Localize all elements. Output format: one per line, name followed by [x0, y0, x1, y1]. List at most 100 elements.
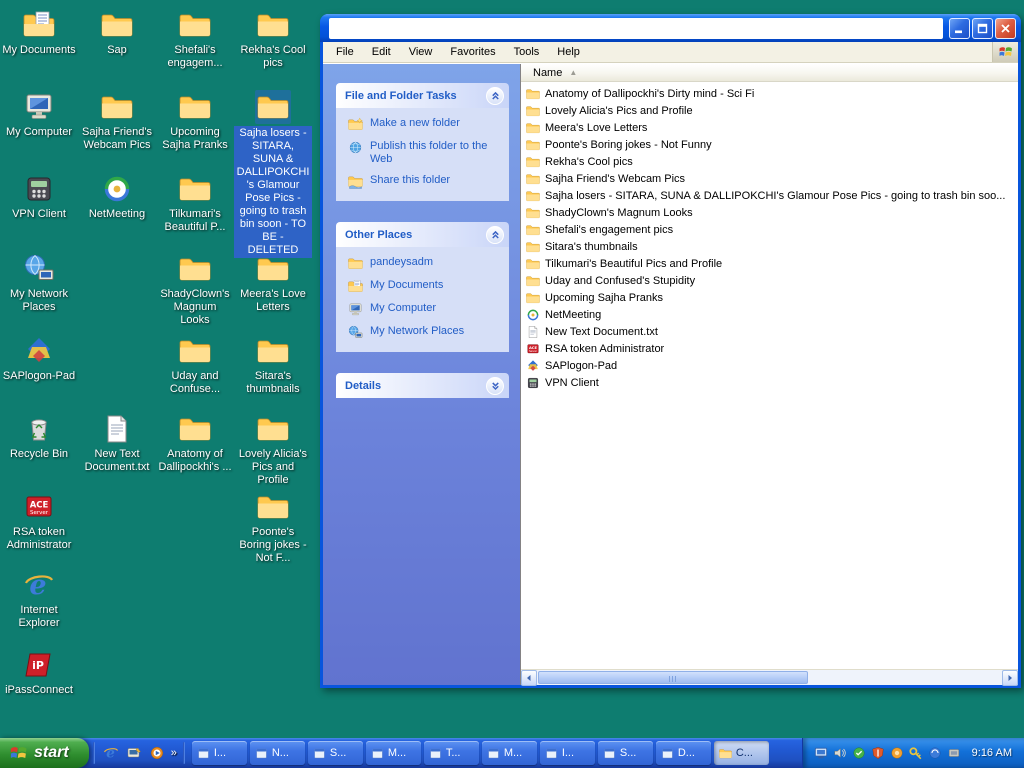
- task-link-my-computer[interactable]: My Computer: [348, 302, 501, 317]
- task-button-10-c[interactable]: C...: [714, 741, 769, 765]
- desktop-icon-sajha-losers-sitara-suna-dallipokchi-s-gla[interactable]: Sajha losers - SITARA, SUNA & DALLIPOKCH…: [234, 90, 312, 258]
- file-row-sitara-s-thumbnails[interactable]: Sitara's thumbnails: [521, 238, 1018, 255]
- section-header-other-places[interactable]: Other Places: [336, 222, 509, 247]
- file-row-poonte-s-boring-jokes-not-funny[interactable]: Poonte's Boring jokes - Not Funny: [521, 136, 1018, 153]
- task-link-make-a-new-folder[interactable]: Make a new folder: [348, 117, 501, 132]
- file-row-new-text-document-txt[interactable]: New Text Document.txt: [521, 323, 1018, 340]
- network-icon: [21, 252, 57, 286]
- desktop-icon-my-computer[interactable]: My Computer: [0, 90, 78, 139]
- chevron-down-icon[interactable]: [486, 377, 504, 395]
- task-button-3-s[interactable]: S...: [308, 741, 363, 765]
- desktop-icon-shadyclown-s-magnum-looks[interactable]: ShadyClown's Magnum Looks: [156, 252, 234, 327]
- scroll-right-button[interactable]: [1002, 670, 1018, 686]
- tray-removable-device-icon[interactable]: [946, 745, 962, 761]
- desktop-icon-saplogon-pad[interactable]: SAPlogon-Pad: [0, 334, 78, 383]
- task-link-pandeysadm[interactable]: pandeysadm: [348, 256, 501, 271]
- task-button-6-m[interactable]: M...: [482, 741, 537, 765]
- scroll-left-button[interactable]: [521, 670, 537, 686]
- quick-launch-show-desktop[interactable]: [124, 743, 144, 763]
- section-header-details[interactable]: Details: [336, 373, 509, 398]
- desktop-icon-tilkumari-s-beautiful-p[interactable]: Tilkumari's Beautiful P...: [156, 172, 234, 234]
- file-row-sajha-losers-sitara-suna-dallipokchi-s-gla[interactable]: Sajha losers - SITARA, SUNA & DALLIPOKCH…: [521, 187, 1018, 204]
- task-button-9-d[interactable]: D...: [656, 741, 711, 765]
- file-row-upcoming-sajha-pranks[interactable]: Upcoming Sajha Pranks: [521, 289, 1018, 306]
- file-row-sajha-friend-s-webcam-pics[interactable]: Sajha Friend's Webcam Pics: [521, 170, 1018, 187]
- menu-file[interactable]: File: [327, 43, 363, 61]
- tray-update-icon[interactable]: [889, 745, 905, 761]
- task-link-publish-this-folder-to-the-web[interactable]: Publish this folder to the Web: [348, 140, 501, 166]
- tray-messenger-icon[interactable]: [851, 745, 867, 761]
- task-button-2-n[interactable]: N...: [250, 741, 305, 765]
- section-header-file-and-folder-tasks[interactable]: File and Folder Tasks: [336, 83, 509, 108]
- desktop-icon-netmeeting[interactable]: NetMeeting: [78, 172, 156, 221]
- task-button-5-t[interactable]: T...: [424, 741, 479, 765]
- task-link-my-network-places[interactable]: My Network Places: [348, 325, 501, 340]
- minimize-button[interactable]: [949, 18, 970, 39]
- desktop-icon-sap[interactable]: Sap: [78, 8, 156, 57]
- tray-wireless-icon[interactable]: [927, 745, 943, 761]
- task-link-my-documents[interactable]: My Documents: [348, 279, 501, 294]
- desktop-icon-upcoming-sajha-pranks[interactable]: Upcoming Sajha Pranks: [156, 90, 234, 152]
- file-row-rsa-token-administrator[interactable]: ACEServer RSA token Administrator: [521, 340, 1018, 357]
- rsa-icon: ACEServer: [526, 342, 540, 356]
- menu-tools[interactable]: Tools: [505, 43, 549, 61]
- file-row-shefali-s-engagement-pics[interactable]: Shefali's engagement pics: [521, 221, 1018, 238]
- desktop-icon-new-text-document-txt[interactable]: New Text Document.txt: [78, 412, 156, 474]
- file-row-vpn-client[interactable]: VPN Client: [521, 374, 1018, 391]
- menu-favorites[interactable]: Favorites: [441, 43, 504, 61]
- desktop-icon-rsa-token-administrator[interactable]: ACEServerRSA token Administrator: [0, 490, 78, 552]
- desktop-icon-vpn-client[interactable]: VPN Client: [0, 172, 78, 221]
- tray-vpn-icon[interactable]: [908, 745, 924, 761]
- maximize-button[interactable]: [972, 18, 993, 39]
- menu-edit[interactable]: Edit: [363, 43, 400, 61]
- task-button-7-i[interactable]: I...: [540, 741, 595, 765]
- titlebar[interactable]: [320, 14, 1021, 42]
- quick-launch-internet-explorer[interactable]: e: [101, 743, 121, 763]
- horizontal-scrollbar[interactable]: [521, 669, 1018, 685]
- desktop-icon-meera-s-love-letters[interactable]: Meera's Love Letters: [234, 252, 312, 314]
- desktop-icon-lovely-alicia-s-pics-and-profile[interactable]: Lovely Alicia's Pics and Profile: [234, 412, 312, 487]
- column-header-name[interactable]: Name ▲: [521, 64, 1018, 82]
- desktop-icon-uday-and-confuse[interactable]: Uday and Confuse...: [156, 334, 234, 396]
- tray-volume-icon[interactable]: [832, 745, 848, 761]
- file-row-rekha-s-cool-pics[interactable]: Rekha's Cool pics: [521, 153, 1018, 170]
- file-row-tilkumari-s-beautiful-pics-and-profile[interactable]: Tilkumari's Beautiful Pics and Profile: [521, 255, 1018, 272]
- task-button-label: D...: [678, 747, 695, 759]
- chevron-up-icon[interactable]: [486, 226, 504, 244]
- task-button-4-m[interactable]: M...: [366, 741, 421, 765]
- file-row-lovely-alicia-s-pics-and-profile[interactable]: Lovely Alicia's Pics and Profile: [521, 102, 1018, 119]
- desktop-icon-ipassconnect[interactable]: iPiPassConnect: [0, 648, 78, 697]
- desktop-icon-recycle-bin[interactable]: Recycle Bin: [0, 412, 78, 461]
- desktop-icon-internet-explorer[interactable]: eInternet Explorer: [0, 568, 78, 630]
- file-row-netmeeting[interactable]: NetMeeting: [521, 306, 1018, 323]
- start-button[interactable]: start: [0, 738, 89, 768]
- desktop-icon-shefali-s-engagem[interactable]: Shefali's engagem...: [156, 8, 234, 70]
- task-link-share-this-folder[interactable]: Share this folder: [348, 174, 501, 189]
- file-row-saplogon-pad[interactable]: SAPlogon-Pad: [521, 357, 1018, 374]
- task-button-8-s[interactable]: S...: [598, 741, 653, 765]
- desktop-icon-my-documents[interactable]: My Documents: [0, 8, 78, 57]
- file-name: RSA token Administrator: [545, 343, 664, 355]
- desktop-icon-sitara-s-thumbnails[interactable]: Sitara's thumbnails: [234, 334, 312, 396]
- menu-view[interactable]: View: [400, 43, 442, 61]
- desktop-icon-my-network-places[interactable]: My Network Places: [0, 252, 78, 314]
- file-row-anatomy-of-dallipockhi-s-dirty-mind-sci-fi[interactable]: Anatomy of Dallipockhi's Dirty mind - Sc…: [521, 85, 1018, 102]
- quick-launch-media-player[interactable]: [147, 743, 167, 763]
- desktop-icon-rekha-s-cool-pics[interactable]: Rekha's Cool pics: [234, 8, 312, 70]
- file-name: VPN Client: [545, 377, 599, 389]
- menu-help[interactable]: Help: [548, 43, 589, 61]
- file-row-uday-and-confused-s-stupidity[interactable]: Uday and Confused's Stupidity: [521, 272, 1018, 289]
- scrollbar-thumb[interactable]: [538, 671, 808, 684]
- desktop-icon-sajha-friend-s-webcam-pics[interactable]: Sajha Friend's Webcam Pics: [78, 90, 156, 152]
- quick-launch-overflow-chevron[interactable]: »: [169, 747, 179, 759]
- chevron-up-icon[interactable]: [486, 87, 504, 105]
- close-button[interactable]: [995, 18, 1016, 39]
- desktop-icon-anatomy-of-dallipockhi-s[interactable]: Anatomy of Dallipockhi's ...: [156, 412, 234, 474]
- task-button-1-i[interactable]: I...: [192, 741, 247, 765]
- desktop-icon-poonte-s-boring-jokes-not-f[interactable]: Poonte's Boring jokes - Not F...: [234, 490, 312, 565]
- file-row-shadyclown-s-magnum-looks[interactable]: ShadyClown's Magnum Looks: [521, 204, 1018, 221]
- scrollbar-track[interactable]: [537, 670, 1002, 685]
- tray-network-icon[interactable]: [813, 745, 829, 761]
- tray-antivirus-icon[interactable]: [870, 745, 886, 761]
- file-row-meera-s-love-letters[interactable]: Meera's Love Letters: [521, 119, 1018, 136]
